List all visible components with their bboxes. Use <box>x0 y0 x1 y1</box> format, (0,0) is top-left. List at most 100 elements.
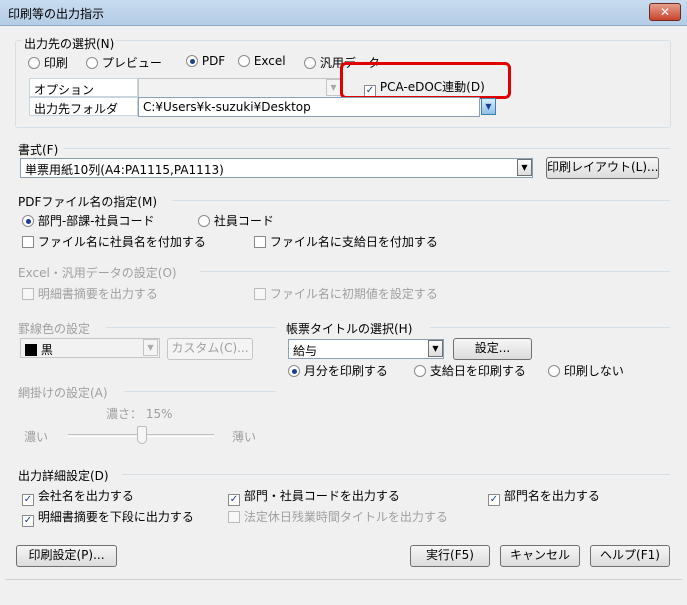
format-select[interactable]: 単票用紙10列(A4:PA1115,PA1113) <box>20 158 533 178</box>
format-heading: 書式(F) <box>18 141 63 158</box>
close-button[interactable]: ✕ <box>649 3 681 21</box>
check-dept-name[interactable]: ✓ 部門名を出力する <box>488 487 600 506</box>
radio-dept-code-label: 部門-部課-社員コード <box>37 214 155 228</box>
check-excel-summary-label: 明細書摘要を出力する <box>37 287 158 301</box>
radio-generic-indicator[interactable] <box>304 57 316 69</box>
radio-dept-code[interactable]: 部門-部課-社員コード <box>22 212 155 229</box>
check-company-name-icon[interactable]: ✓ <box>22 494 34 506</box>
ruled-color-value: 黒 <box>40 343 53 357</box>
formtitle-heading: 帳票タイトルの選択(H) <box>286 320 417 337</box>
format-dropdown-icon[interactable]: ▼ <box>517 159 532 176</box>
light-label: 薄い <box>232 430 257 444</box>
radio-preview[interactable]: プレビュー <box>86 54 162 71</box>
formtitle-dropdown-icon[interactable]: ▼ <box>428 340 443 357</box>
check-excel-initial-box <box>254 288 266 300</box>
title-bar: 印刷等の出力指示 ✕ <box>0 0 687 26</box>
execute-button[interactable]: 実行(F5) <box>410 545 490 567</box>
shade-divider <box>124 391 276 392</box>
radio-excel-indicator[interactable] <box>238 55 250 67</box>
excel-heading: Excel・汎用データの設定(O) <box>18 264 181 281</box>
check-company-name-label: 会社名を出力する <box>37 489 134 503</box>
cancel-button[interactable]: キャンセル <box>500 545 580 567</box>
formtitle-select[interactable]: 給与 <box>288 339 444 359</box>
radio-excel-label: Excel <box>253 54 286 68</box>
radio-payday-indicator[interactable] <box>414 365 426 377</box>
check-append-payday-box[interactable] <box>254 236 266 248</box>
check-dept-employee-code[interactable]: ✓ 部門・社員コードを出力する <box>228 487 400 506</box>
check-dept-employee-code-label: 部門・社員コードを出力する <box>243 489 400 503</box>
check-excel-initial-label: ファイル名に初期値を設定する <box>269 287 438 301</box>
check-summary-lower-icon[interactable]: ✓ <box>22 515 34 527</box>
radio-pdf-label: PDF <box>201 54 226 68</box>
radio-no-print[interactable]: 印刷しない <box>548 362 624 379</box>
color-swatch <box>25 344 37 356</box>
check-append-name[interactable]: ファイル名に社員名を付加する <box>22 233 206 250</box>
formtitle-settings-button[interactable]: 設定... <box>453 338 532 360</box>
radio-employee-code-indicator[interactable] <box>198 215 210 227</box>
option-label: オプション <box>29 78 138 97</box>
radio-payday[interactable]: 支給日を印刷する <box>414 362 526 379</box>
status-strip <box>5 579 682 598</box>
density-slider-thumb <box>137 426 147 444</box>
help-button[interactable]: ヘルプ(F1) <box>590 545 670 567</box>
radio-employee-code-label: 社員コード <box>213 214 274 228</box>
check-append-name-label: ファイル名に社員名を付加する <box>37 235 206 249</box>
check-dept-name-label: 部門名を出力する <box>503 489 600 503</box>
radio-preview-label: プレビュー <box>101 56 162 70</box>
check-summary-lower-label: 明細書摘要を下段に出力する <box>37 510 194 524</box>
radio-month-indicator[interactable] <box>288 365 300 377</box>
check-holiday-overtime-label: 法定休日残業時間タイトルを出力する <box>243 510 448 524</box>
folder-browse-icon[interactable]: ▼ <box>481 98 496 115</box>
check-append-payday-label: ファイル名に支給日を付加する <box>269 235 438 249</box>
radio-payday-label: 支給日を印刷する <box>429 364 526 378</box>
folder-input[interactable]: C:¥Users¥k-suzuki¥Desktop <box>138 97 480 117</box>
check-holiday-overtime: 法定休日残業時間タイトルを出力する <box>228 508 448 525</box>
pdfname-divider <box>172 200 670 201</box>
radio-excel[interactable]: Excel <box>238 54 286 68</box>
detail-heading: 出力詳細設定(D) <box>18 467 113 484</box>
radio-dept-code-indicator[interactable] <box>22 215 34 227</box>
formtitle-divider <box>430 327 670 328</box>
ruled-color-select: 黒 <box>20 338 160 358</box>
format-divider <box>64 148 670 149</box>
radio-print[interactable]: 印刷 <box>28 54 68 71</box>
print-settings-button[interactable]: 印刷設定(P)... <box>16 545 117 567</box>
option-dropdown-icon: ▼ <box>326 79 341 96</box>
excel-divider <box>200 271 670 272</box>
pdfname-heading: PDFファイル名の指定(M) <box>18 193 162 210</box>
ruled-heading: 罫線色の設定 <box>18 320 95 337</box>
check-excel-initial: ファイル名に初期値を設定する <box>254 285 438 302</box>
dark-label: 濃い <box>24 430 49 444</box>
radio-pdf-indicator[interactable] <box>186 55 198 67</box>
check-excel-summary-box <box>22 288 34 300</box>
check-dept-employee-code-icon[interactable]: ✓ <box>228 494 240 506</box>
radio-no-print-indicator[interactable] <box>548 365 560 377</box>
window-title: 印刷等の出力指示 <box>8 7 105 21</box>
ruled-divider <box>106 327 276 328</box>
check-summary-lower[interactable]: ✓ 明細書摘要を下段に出力する <box>22 508 194 527</box>
check-excel-summary: 明細書摘要を出力する <box>22 285 158 302</box>
folder-label: 出力先フォルダ <box>29 97 138 116</box>
density-label: 濃さ： 15% <box>106 407 173 421</box>
radio-preview-indicator[interactable] <box>86 57 98 69</box>
check-company-name[interactable]: ✓ 会社名を出力する <box>22 487 134 506</box>
radio-employee-code[interactable]: 社員コード <box>198 212 274 229</box>
radio-print-indicator[interactable] <box>28 57 40 69</box>
print-layout-button[interactable]: 印刷レイアウト(L)... <box>546 157 659 179</box>
check-holiday-overtime-box <box>228 511 240 523</box>
radio-month[interactable]: 月分を印刷する <box>288 362 388 379</box>
dest-heading: 出力先の選択(N) <box>22 35 117 52</box>
radio-no-print-label: 印刷しない <box>563 364 624 378</box>
radio-pdf[interactable]: PDF <box>186 54 225 68</box>
ruled-dropdown-icon: ▼ <box>143 339 158 356</box>
radio-print-label: 印刷 <box>43 56 68 70</box>
highlight-annotation <box>340 62 511 99</box>
option-select <box>138 78 342 98</box>
detail-divider <box>122 474 670 475</box>
check-append-payday[interactable]: ファイル名に支給日を付加する <box>254 233 438 250</box>
radio-month-label: 月分を印刷する <box>303 364 388 378</box>
custom-color-button: カスタム(C)... <box>167 338 253 360</box>
check-append-name-box[interactable] <box>22 236 34 248</box>
shade-heading: 網掛けの設定(A) <box>18 384 112 401</box>
check-dept-name-icon[interactable]: ✓ <box>488 494 500 506</box>
